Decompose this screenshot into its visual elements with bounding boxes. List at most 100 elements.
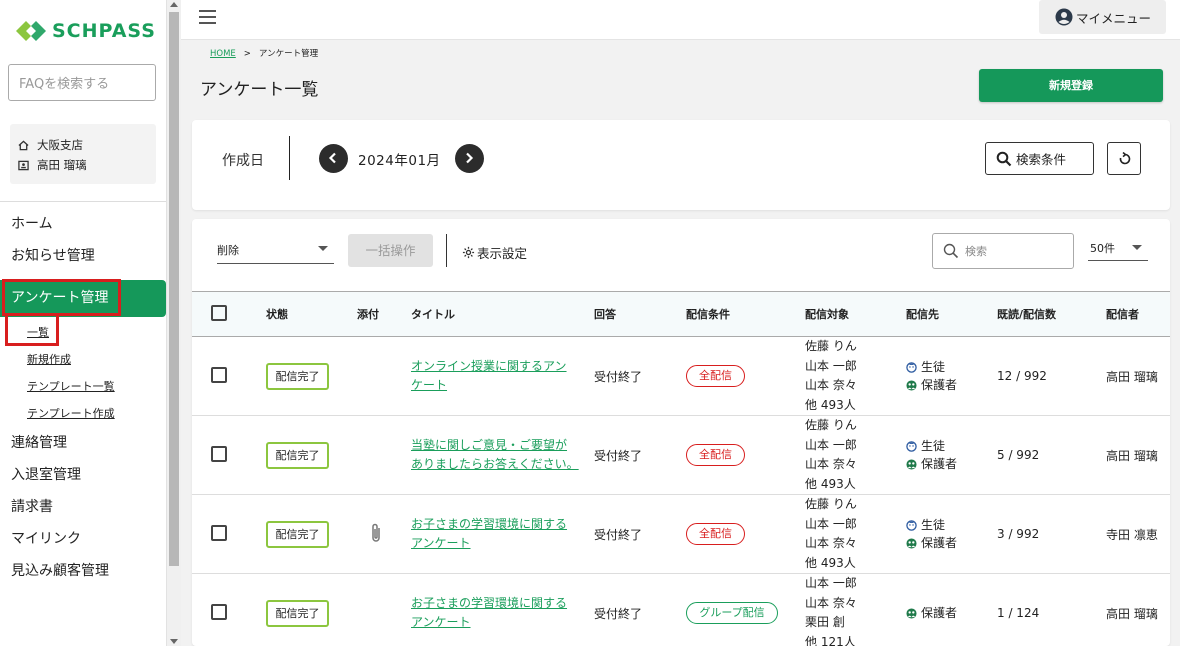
table-row[interactable]: 配信完了 オンライン授業に関するアン ケート 受付終了 全配信 佐藤 りん 山本 一… xyxy=(192,337,1170,416)
nav-survey-create[interactable]: 新規作成 xyxy=(0,346,166,373)
status-badge: 配信完了 xyxy=(266,520,329,548)
refresh-button[interactable] xyxy=(1107,142,1141,175)
nav-survey[interactable]: アンケート管理 xyxy=(0,279,166,317)
col-title[interactable]: タイトル xyxy=(411,292,594,337)
table-row[interactable]: 配信完了 お子さまの学習環境に関する アンケート 受付終了 全配信 佐藤 りん 山本… xyxy=(192,495,1170,574)
nav-invoice[interactable]: 請求書 xyxy=(0,491,166,523)
col-sender[interactable]: 配信者 xyxy=(1106,292,1170,337)
nav-home[interactable]: ホーム xyxy=(0,208,166,240)
search-placeholder: 検索 xyxy=(965,245,987,258)
breadcrumb-current: アンケート管理 xyxy=(258,49,319,59)
table-row[interactable]: 配信完了 お子さまの学習環境に関する アンケート 受付終了 グループ配信 山本 一… xyxy=(192,574,1170,646)
nav-entry[interactable]: 入退室管理 xyxy=(0,459,166,491)
target-name: 栗田 創 xyxy=(805,615,845,629)
new-register-button[interactable]: 新規登録 xyxy=(979,69,1163,102)
scroll-up-arrow-icon[interactable] xyxy=(170,2,178,7)
top-header: マイメニュー xyxy=(181,0,1180,40)
select-all-checkbox[interactable] xyxy=(211,304,227,321)
target-more: 他 121人 xyxy=(805,634,856,646)
hamburger-menu-icon[interactable] xyxy=(199,10,216,28)
scroll-thumb[interactable] xyxy=(169,12,179,566)
nav-survey-list[interactable]: 一覧 xyxy=(0,313,166,346)
scroll-down-arrow-icon[interactable] xyxy=(170,639,178,644)
survey-table: 状態 添付 タイトル 回答 配信条件 配信対象 配信先 既読/配信数 配信者 配… xyxy=(192,291,1170,646)
account-circle-icon xyxy=(1055,8,1073,26)
status-badge: 配信完了 xyxy=(266,599,329,627)
col-dest[interactable]: 配信先 xyxy=(906,292,997,337)
my-menu-button[interactable]: マイメニュー xyxy=(1039,0,1166,34)
action-select[interactable]: 削除 xyxy=(217,239,334,264)
faq-search-input[interactable]: FAQを検索する xyxy=(8,64,156,101)
logo-mark-icon xyxy=(14,18,48,44)
chevron-right-icon xyxy=(466,152,474,164)
breadcrumb: HOME > アンケート管理 xyxy=(210,47,318,59)
breadcrumb-home[interactable]: HOME xyxy=(210,49,236,59)
answer-status: 受付終了 xyxy=(594,606,643,621)
target-list: 佐藤 りん 山本 一郎 山本 奈々他 493人 xyxy=(805,416,906,494)
survey-title-link[interactable]: お子さまの学習環境に関する アンケート xyxy=(411,594,594,632)
nav-prospect[interactable]: 見込み顧客管理 xyxy=(0,555,166,587)
title-line: ケート xyxy=(411,378,448,392)
dropdown-caret-icon xyxy=(1132,245,1142,250)
sender-name: 高田 瑠璃 xyxy=(1106,448,1158,463)
logo[interactable]: SCHPASS xyxy=(14,18,156,44)
sender-name: 高田 瑠璃 xyxy=(1106,369,1158,384)
current-month: 2024年01月 xyxy=(358,153,441,169)
prev-month-button[interactable] xyxy=(319,144,348,173)
title-line: 当塾に関しご意見・ご要望が xyxy=(411,438,568,452)
survey-title-link[interactable]: オンライン授業に関するアン ケート xyxy=(411,357,594,395)
answer-status: 受付終了 xyxy=(594,369,643,384)
dest-parent: 保護者 xyxy=(921,457,958,471)
col-condition[interactable]: 配信条件 xyxy=(686,292,805,337)
row-checkbox[interactable] xyxy=(211,603,227,620)
per-page-select[interactable]: 50件 xyxy=(1088,238,1148,261)
sidebar-scrollbar[interactable] xyxy=(166,0,181,646)
col-target[interactable]: 配信対象 xyxy=(805,292,906,337)
target-list: 佐藤 りん 山本 一郎 山本 奈々他 493人 xyxy=(805,495,906,573)
table-row[interactable]: 配信完了 当塾に関しご意見・ご要望が ありましたらお答えください。 受付終了 全配… xyxy=(192,416,1170,495)
student-icon xyxy=(906,440,917,452)
status-badge: 配信完了 xyxy=(266,441,329,469)
condition-badge: 全配信 xyxy=(686,365,745,387)
search-condition-button[interactable]: 検索条件 xyxy=(985,142,1094,175)
col-attach[interactable]: 添付 xyxy=(357,292,411,337)
sender-name: 寺田 凛恵 xyxy=(1106,527,1158,542)
survey-title-link[interactable]: 当塾に関しご意見・ご要望が ありましたらお答えください。 xyxy=(411,436,594,474)
target-name: 山本 奈々 xyxy=(805,595,857,610)
col-answer[interactable]: 回答 xyxy=(594,292,686,337)
sidebar-divider xyxy=(0,201,166,202)
branch-row: 大阪支店 xyxy=(18,135,148,155)
search-icon xyxy=(996,151,1012,166)
dest-parent: 保護者 xyxy=(921,536,958,550)
row-checkbox[interactable] xyxy=(211,445,227,462)
display-settings-button[interactable]: 表示設定 xyxy=(462,243,527,262)
filter-card: 作成日 2024年01月 検索条件 xyxy=(192,120,1170,210)
nav-template-list[interactable]: テンプレート一覧 xyxy=(0,373,166,400)
survey-title-link[interactable]: お子さまの学習環境に関する アンケート xyxy=(411,515,594,553)
nav-news[interactable]: お知らせ管理 xyxy=(0,240,166,272)
row-checkbox[interactable] xyxy=(211,366,227,383)
target-more: 他 493人 xyxy=(805,476,856,491)
next-month-button[interactable] xyxy=(455,144,484,173)
attachment-cell xyxy=(357,416,411,495)
nav-contact[interactable]: 連絡管理 xyxy=(0,427,166,459)
sender-name: 高田 瑠璃 xyxy=(1106,606,1158,621)
per-page-value: 50件 xyxy=(1090,242,1115,255)
col-read[interactable]: 既読/配信数 xyxy=(997,292,1106,337)
col-status[interactable]: 状態 xyxy=(266,292,357,337)
my-menu-label: マイメニュー xyxy=(1076,10,1152,26)
condition-badge: グループ配信 xyxy=(686,602,778,624)
row-checkbox[interactable] xyxy=(211,524,227,541)
page-title: アンケート一覧 xyxy=(200,80,319,100)
title-line: お子さまの学習環境に関する xyxy=(411,517,568,531)
bulk-action-button[interactable]: 一括操作 xyxy=(348,234,433,267)
paperclip-icon[interactable] xyxy=(369,522,383,544)
nav-template-create[interactable]: テンプレート作成 xyxy=(0,400,166,427)
survey-list-card: 削除 一括操作 表示設定 検索 50件 状態 添付 タイトル 回答 配信条件 配… xyxy=(192,219,1170,646)
search-input[interactable]: 検索 xyxy=(932,233,1074,269)
title-line: ありましたらお答えください。 xyxy=(411,457,579,471)
nav-mylink[interactable]: マイリンク xyxy=(0,523,166,555)
answer-status: 受付終了 xyxy=(594,448,643,463)
status-badge: 配信完了 xyxy=(266,362,329,390)
chevron-left-icon xyxy=(328,152,336,164)
